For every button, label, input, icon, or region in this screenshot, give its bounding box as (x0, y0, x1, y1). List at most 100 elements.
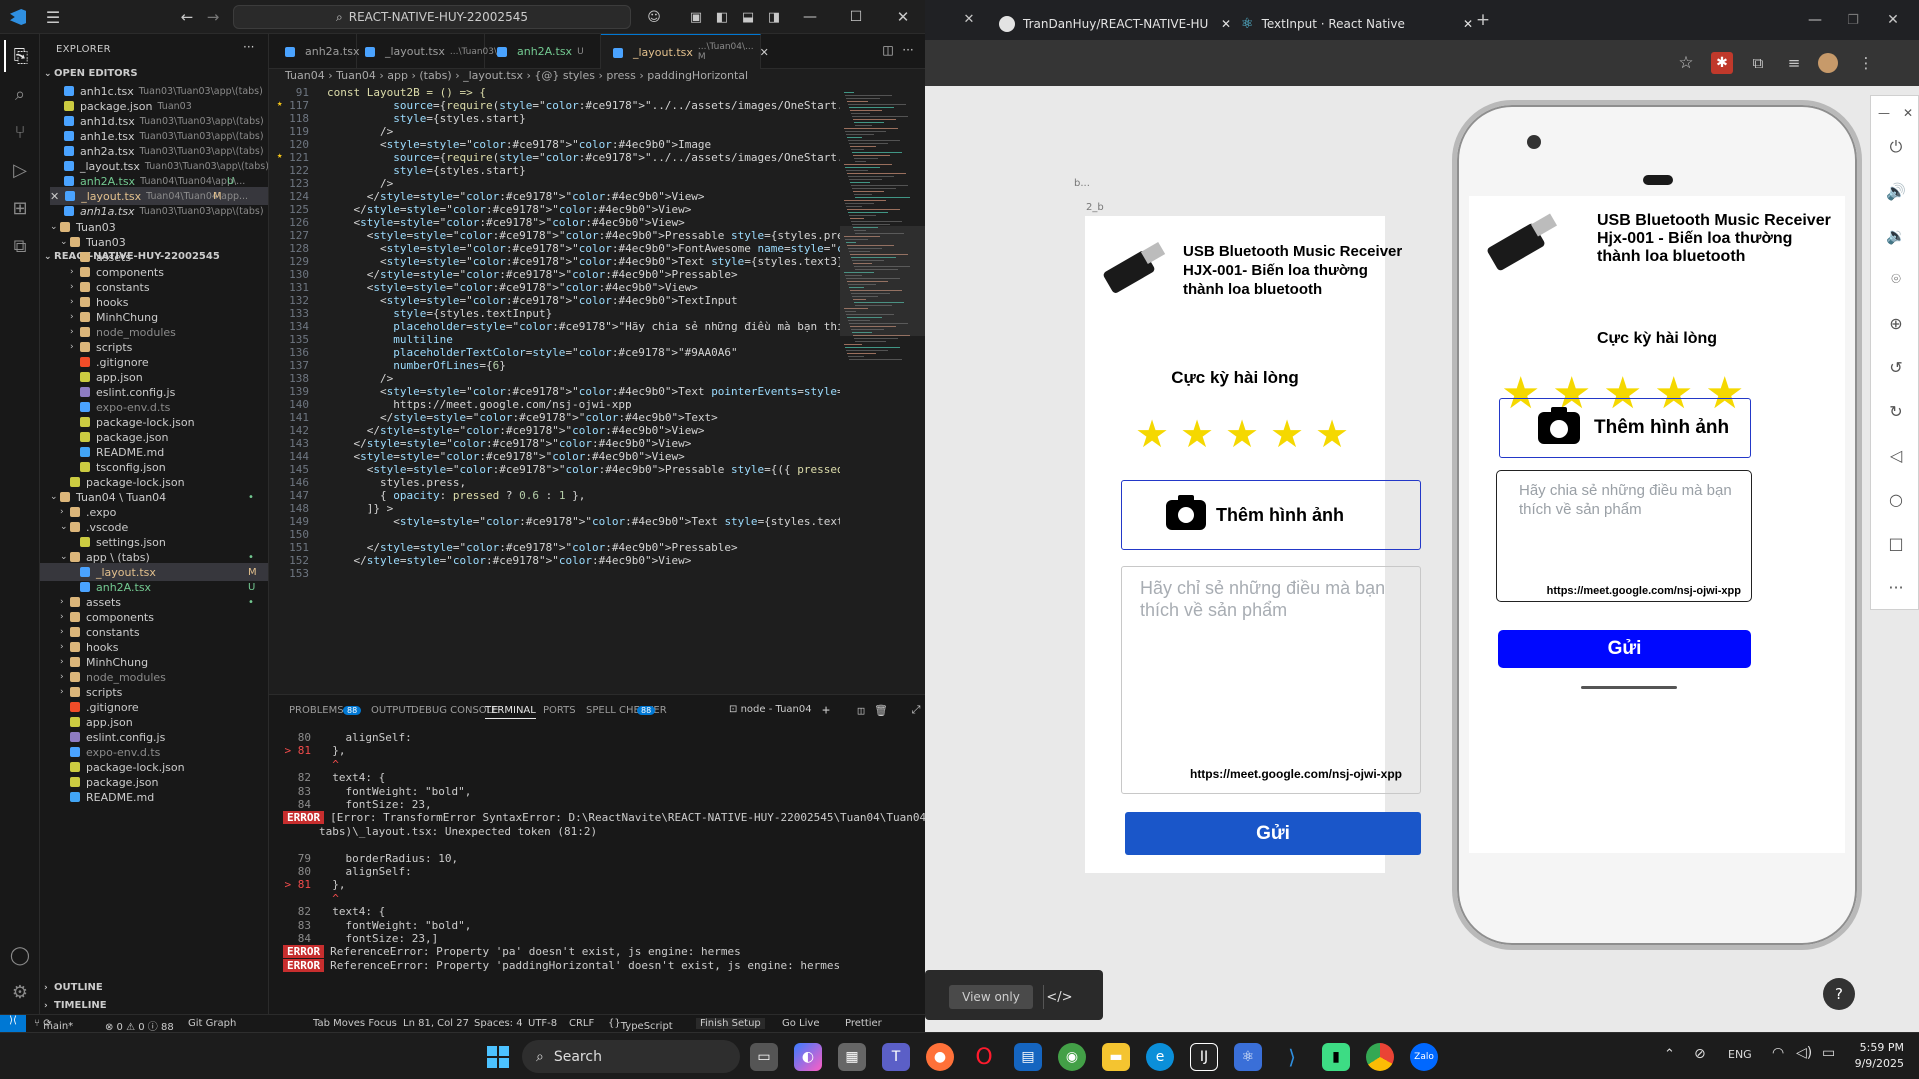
show-hidden-icons[interactable]: ⌃ (1664, 1047, 1675, 1062)
task-view-icon[interactable]: ▭ (750, 1043, 778, 1071)
opera-icon[interactable]: O (970, 1043, 998, 1071)
explorer-icon[interactable]: ⎘ (4, 40, 36, 72)
tab-close-icon[interactable]: ✕ (1221, 17, 1231, 31)
more-actions-icon[interactable]: ··· (243, 40, 254, 54)
layout-editor-icon[interactable]: ▣ (688, 9, 704, 25)
minimize-icon[interactable]: — (800, 7, 820, 27)
edge-icon[interactable]: e (1146, 1043, 1174, 1071)
go-live-status[interactable]: Go Live (782, 1018, 819, 1029)
copilot-icon[interactable]: ☺ (646, 9, 662, 25)
submit-button[interactable]: Gửi (1125, 812, 1421, 855)
minimap[interactable] (840, 86, 925, 694)
star-icon[interactable]: ★ (1135, 412, 1169, 456)
store-icon[interactable]: ▦ (838, 1043, 866, 1071)
extensions-icon[interactable]: ⊞ (4, 192, 36, 224)
new-tab-icon[interactable]: + (1473, 10, 1493, 30)
split-terminal-icon[interactable]: ◫ (854, 703, 868, 717)
language-status[interactable]: {} TypeScript JSX (608, 1018, 673, 1032)
eol-status[interactable]: CRLF (569, 1018, 594, 1029)
maximize-icon[interactable]: ☐ (846, 7, 866, 27)
editor-tab[interactable]: anh2a.tsx (273, 34, 359, 69)
branch-status[interactable]: ⑂ main* ⟳ (34, 1018, 73, 1032)
close-icon[interactable]: ✕ (1883, 10, 1903, 30)
language-indicator[interactable]: ENG (1728, 1048, 1752, 1061)
breakpoint-star-icon[interactable]: ★ (277, 99, 282, 109)
browser-tab-textinput[interactable]: ⚛ TextInput · React Native ✕ (1241, 8, 1481, 40)
terminal-output[interactable]: 80 alignSelf: > 81 }, ^ 82 text4: {83 font… (283, 731, 925, 1011)
remote-explorer-icon[interactable]: ⧉ (4, 230, 36, 262)
rotate-right-icon[interactable]: ↻ (1885, 400, 1907, 422)
prettier-status[interactable]: Prettier (845, 1018, 882, 1029)
file-explorer-icon[interactable]: ▬ (1102, 1043, 1130, 1071)
code-editor[interactable]: 91 const Layout2B = () => { 117 source={… (269, 86, 844, 694)
search-view-icon[interactable]: ⌕ (4, 78, 36, 110)
chrome-icon[interactable] (1366, 1043, 1394, 1071)
review-textarea[interactable]: Hãy chỉ sẻ những điều mà bạn thích về sả… (1121, 566, 1421, 794)
restore-icon[interactable]: ❐ (1843, 10, 1863, 30)
add-photo-button[interactable]: Thêm hình ảnh (1499, 398, 1751, 458)
toggle-sidebar-icon[interactable]: ◧ (714, 9, 730, 25)
battery-icon[interactable]: ▭ (1822, 1045, 1835, 1061)
finish-setup-status[interactable]: Finish Setup (696, 1018, 765, 1029)
clock[interactable]: 5:59 PM 9/9/2025 (1848, 1040, 1904, 1072)
run-debug-icon[interactable]: ▷ (4, 154, 36, 186)
taskbar-search[interactable]: ⌕ Search (522, 1040, 740, 1073)
minimize-icon[interactable]: — (1805, 10, 1825, 30)
star-icon[interactable]: ★ (1315, 412, 1349, 456)
close-editor-icon[interactable]: ✕ (50, 190, 59, 203)
camera-screenshot-icon[interactable]: ⌾ (1885, 268, 1907, 290)
star-icon[interactable]: ★ (1180, 412, 1214, 456)
chrome-green-icon[interactable]: ◉ (1058, 1043, 1086, 1071)
breakpoint-star-icon[interactable]: ★ (277, 151, 282, 161)
minimize-icon[interactable]: — (1873, 102, 1895, 124)
copilot-icon[interactable]: ◐ (794, 1043, 822, 1071)
extension-icon[interactable]: ✱ (1711, 52, 1733, 74)
volume-down-icon[interactable]: 🔉 (1885, 224, 1907, 246)
overview-icon[interactable]: □ (1885, 532, 1907, 554)
star-icon[interactable]: ★ (1225, 412, 1259, 456)
split-editor-icon[interactable]: ◫ (880, 42, 896, 58)
minimap-slider[interactable] (840, 226, 925, 336)
zalo-icon[interactable]: Zalo (1410, 1043, 1438, 1071)
panel-tab[interactable]: OUTPUT (371, 705, 412, 716)
outline-header[interactable]: › OUTLINE (44, 982, 103, 993)
forward-arrow-icon[interactable]: → (204, 8, 222, 26)
editor-tab[interactable]: _layout.tsx ...\Tuan04\... M ✕ (601, 34, 769, 69)
view-only-button[interactable]: View only (949, 985, 1033, 1009)
back-arrow-icon[interactable]: ← (178, 8, 196, 26)
account-icon[interactable]: ◯ (4, 939, 36, 971)
cursor-position-status[interactable]: Ln 81, Col 27 (403, 1018, 469, 1029)
problems-status[interactable]: ⊗ 0 ⚠ 0 ⓘ 88 (105, 1018, 174, 1032)
home-icon[interactable]: ○ (1885, 488, 1907, 510)
settings-gear-icon[interactable]: ⚙ (4, 976, 36, 1008)
help-icon[interactable]: ? (1823, 978, 1855, 1010)
git-graph-status[interactable]: Git Graph (188, 1018, 236, 1029)
rotate-left-icon[interactable]: ↺ (1885, 356, 1907, 378)
zoom-icon[interactable]: ⊕ (1885, 312, 1907, 334)
vscode-taskbar-icon[interactable]: ⟩ (1278, 1043, 1306, 1071)
react-app-icon[interactable]: ⚛ (1234, 1043, 1262, 1071)
teams-icon[interactable]: T (882, 1043, 910, 1071)
submit-button[interactable]: Gửi (1498, 630, 1751, 668)
terminal-selector[interactable]: ⊡ node - Tuan04 (729, 704, 812, 715)
source-control-icon[interactable]: ⑂ (4, 116, 36, 148)
puzzle-icon[interactable]: ⧉ (1747, 52, 1769, 74)
tree-file[interactable]: README.md (40, 788, 268, 806)
bookmark-star-icon[interactable]: ☆ (1675, 52, 1697, 74)
firefox-icon[interactable]: ● (926, 1043, 954, 1071)
spaces-status[interactable]: Spaces: 4 (474, 1018, 523, 1029)
add-photo-button[interactable]: Thêm hình ảnh (1121, 480, 1421, 550)
timeline-header[interactable]: › TIMELINE (44, 1000, 107, 1011)
encoding-status[interactable]: UTF-8 (528, 1018, 557, 1029)
app-icon[interactable]: ▤ (1014, 1043, 1042, 1071)
maximize-panel-icon[interactable]: ⤢ (909, 703, 923, 717)
network-off-icon[interactable]: ⊘ (1694, 1046, 1706, 1062)
kebab-menu-icon[interactable]: ⋮ (1855, 52, 1877, 74)
more-tabs-icon[interactable]: ··· (900, 42, 916, 58)
editor-tab[interactable]: anh2A.tsx U (485, 34, 601, 69)
breadcrumb[interactable]: Tuan04 › Tuan04 › app › (tabs) › _layout… (285, 69, 748, 86)
close-icon[interactable]: ✕ (1897, 102, 1919, 124)
panel-tab[interactable]: PORTS (543, 705, 576, 716)
power-icon[interactable]: ⏻ (1885, 136, 1907, 158)
avatar[interactable] (1818, 53, 1838, 73)
